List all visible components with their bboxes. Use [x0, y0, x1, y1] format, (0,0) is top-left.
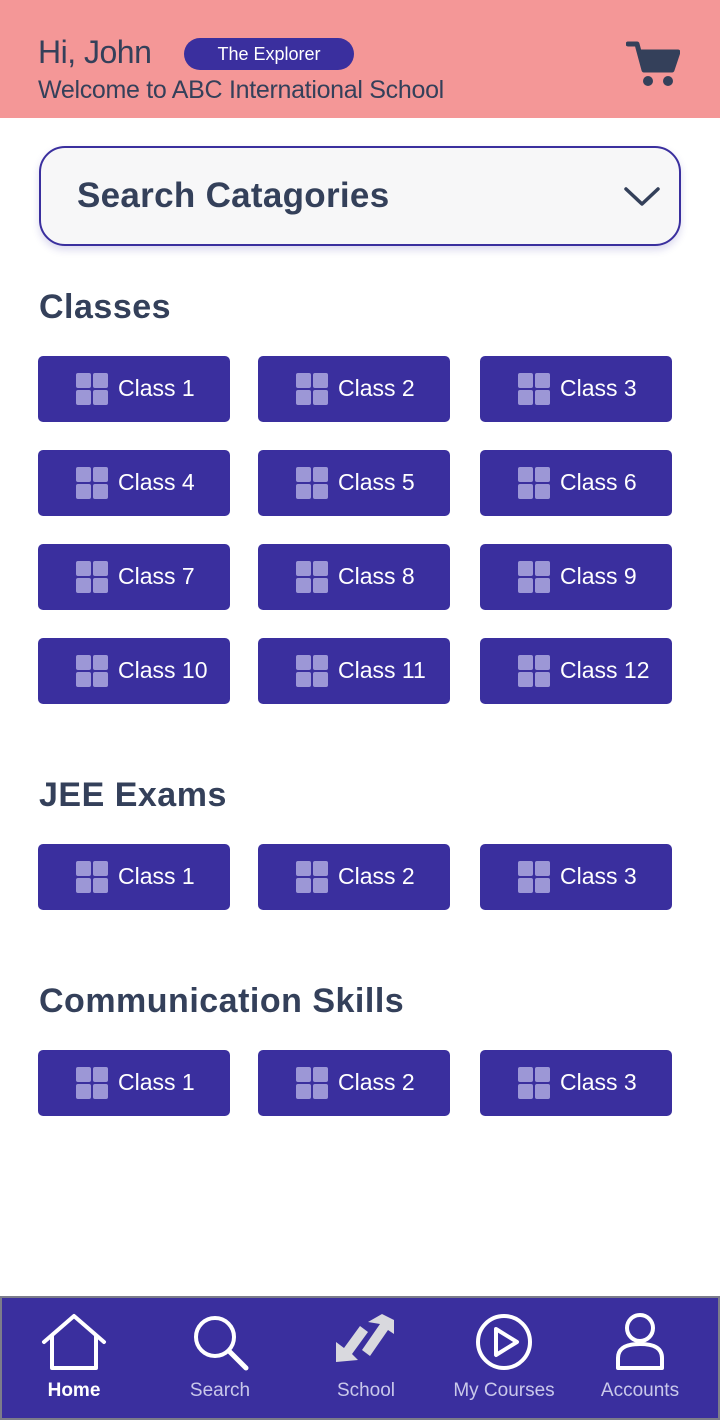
class-button-label: Class 12 — [560, 657, 650, 683]
status-badge: The Explorer — [184, 38, 354, 70]
class-button-label: Class 11 — [338, 657, 426, 683]
grid-icon — [296, 1067, 328, 1099]
classes-class-button[interactable]: Class 11 — [258, 638, 450, 704]
communication-skills-class-button[interactable]: Class 1 — [38, 1050, 230, 1116]
grid-icon — [518, 1067, 550, 1099]
section-title-jee-exams: JEE Exams — [39, 776, 227, 814]
class-button-label: Class 3 — [560, 1069, 637, 1095]
chevron-down-icon — [623, 185, 661, 209]
classes-class-button[interactable]: Class 8 — [258, 544, 450, 610]
welcome-text: Welcome to ABC International School — [38, 76, 444, 104]
class-button-label: Class 2 — [338, 1069, 415, 1095]
home-icon — [42, 1314, 106, 1370]
class-button-label: Class 8 — [338, 563, 415, 589]
grid-icon — [296, 561, 328, 593]
class-button-label: Class 2 — [338, 375, 415, 401]
classes-class-button[interactable]: Class 12 — [480, 638, 672, 704]
app-screen: Hi, John The Explorer Welcome to ABC Int… — [0, 0, 720, 1420]
class-button-label: Class 2 — [338, 863, 415, 889]
class-button-label: Class 1 — [118, 863, 195, 889]
communication-skills-class-button[interactable]: Class 3 — [480, 1050, 672, 1116]
search-categories-dropdown[interactable]: Search Catagories — [39, 146, 681, 246]
class-button-label: Class 6 — [560, 469, 637, 495]
class-button-label: Class 9 — [560, 563, 637, 589]
nav-home[interactable]: Home — [8, 1298, 140, 1418]
nav-accounts[interactable]: Accounts — [574, 1298, 706, 1418]
grid-icon — [518, 373, 550, 405]
grid-icon — [76, 1067, 108, 1099]
nav-my-courses[interactable]: My Courses — [438, 1298, 570, 1418]
nav-home-label: Home — [47, 1380, 101, 1401]
grid-icon — [76, 373, 108, 405]
school-icon — [336, 1314, 394, 1362]
class-button-label: Class 4 — [118, 469, 195, 495]
nav-search-label: Search — [189, 1380, 251, 1401]
grid-icon — [296, 373, 328, 405]
nav-accounts-label: Accounts — [600, 1380, 680, 1401]
grid-icon — [518, 861, 550, 893]
grid-icon — [296, 655, 328, 687]
jee-exams-class-button[interactable]: Class 2 — [258, 844, 450, 910]
grid-icon — [518, 467, 550, 499]
nav-my-courses-label: My Courses — [453, 1380, 555, 1401]
classes-class-button[interactable]: Class 4 — [38, 450, 230, 516]
play-icon — [476, 1314, 532, 1370]
classes-class-button[interactable]: Class 5 — [258, 450, 450, 516]
grid-icon — [518, 561, 550, 593]
grid-icon — [296, 467, 328, 499]
grid-icon — [76, 861, 108, 893]
header: Hi, John The Explorer Welcome to ABC Int… — [0, 0, 720, 118]
classes-class-button[interactable]: Class 10 — [38, 638, 230, 704]
communication-skills-class-button[interactable]: Class 2 — [258, 1050, 450, 1116]
search-categories-label: Search Catagories — [77, 176, 390, 215]
class-button-label: Class 5 — [338, 469, 415, 495]
bottom-nav: Home Search School My Courses Accounts — [0, 1296, 720, 1420]
nav-school[interactable]: School — [300, 1298, 432, 1418]
search-icon — [194, 1316, 249, 1371]
section-title-communication-skills: Communication Skills — [39, 982, 405, 1020]
class-button-label: Class 3 — [560, 863, 637, 889]
class-button-label: Class 7 — [118, 563, 195, 589]
nav-school-label: School — [336, 1380, 396, 1401]
grid-icon — [76, 561, 108, 593]
grid-icon — [518, 655, 550, 687]
class-button-label: Class 1 — [118, 1069, 195, 1095]
jee-exams-class-button[interactable]: Class 3 — [480, 844, 672, 910]
class-button-label: Class 3 — [560, 375, 637, 401]
grid-icon — [296, 861, 328, 893]
class-button-label: Class 1 — [118, 375, 195, 401]
section-title-classes: Classes — [39, 288, 172, 326]
nav-search[interactable]: Search — [154, 1298, 286, 1418]
classes-class-button[interactable]: Class 7 — [38, 544, 230, 610]
grid-icon — [76, 467, 108, 499]
class-button-label: Class 10 — [118, 657, 208, 683]
classes-class-button[interactable]: Class 9 — [480, 544, 672, 610]
user-icon — [616, 1313, 664, 1370]
classes-class-button[interactable]: Class 3 — [480, 356, 672, 422]
classes-class-button[interactable]: Class 1 — [38, 356, 230, 422]
classes-class-button[interactable]: Class 2 — [258, 356, 450, 422]
cart-icon[interactable] — [625, 40, 681, 88]
greeting: Hi, John — [38, 34, 152, 70]
classes-class-button[interactable]: Class 6 — [480, 450, 672, 516]
jee-exams-class-button[interactable]: Class 1 — [38, 844, 230, 910]
grid-icon — [76, 655, 108, 687]
